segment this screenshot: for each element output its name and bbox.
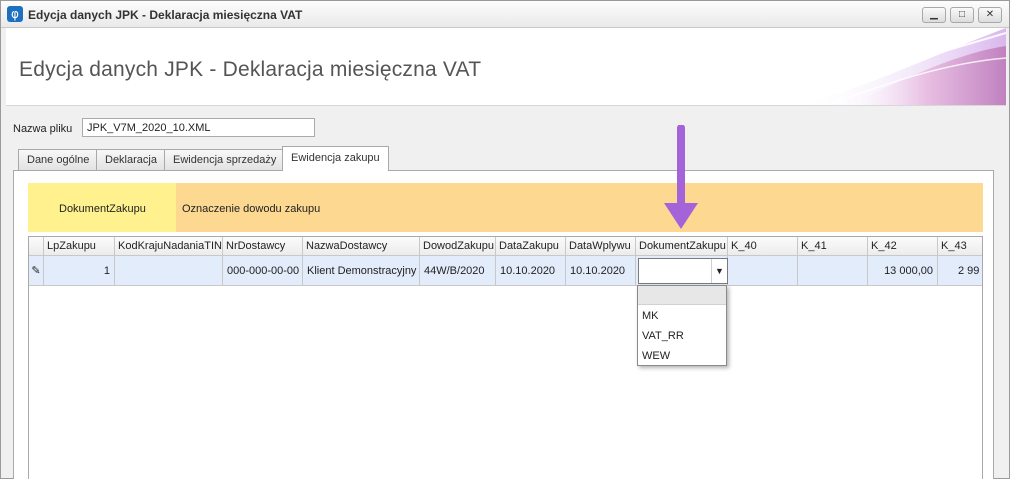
- window: φ Edycja danych JPK - Deklaracja miesięc…: [0, 0, 1010, 479]
- edit-pencil-icon: ✎: [29, 256, 44, 286]
- window-title: Edycja danych JPK - Deklaracja miesięczn…: [28, 8, 303, 22]
- cell-k43[interactable]: 2 99: [938, 256, 982, 286]
- close-icon: ✕: [985, 9, 995, 20]
- annotation-arrow-icon: [664, 125, 698, 229]
- dropdown-option-mk[interactable]: MK: [638, 306, 726, 326]
- page-title: Edycja danych JPK - Deklaracja miesięczn…: [19, 58, 482, 81]
- dropdown-option-empty[interactable]: [638, 286, 726, 305]
- band-group-dokument: DokumentZakupu: [28, 183, 176, 232]
- column-group-band: DokumentZakupu Oznaczenie dowodu zakupu: [28, 183, 983, 232]
- column-header-dowodzakupu[interactable]: DowodZakupu: [420, 237, 496, 256]
- header-indicator: [29, 237, 44, 256]
- dropdown-option-vat-rr[interactable]: VAT_RR: [638, 326, 726, 346]
- cell-nrdostawcy[interactable]: 000-000-00-00: [223, 256, 303, 286]
- tab-ewidencja-zakupu[interactable]: Ewidencja zakupu: [282, 146, 389, 171]
- band-group-oznaczenie-label: Oznaczenie dowodu zakupu: [182, 203, 321, 215]
- tab-ewidencja-sprzedazy[interactable]: Ewidencja sprzedaży: [164, 149, 286, 170]
- column-header-k43[interactable]: K_43: [938, 237, 982, 256]
- tab-deklaracja[interactable]: Deklaracja: [96, 149, 166, 170]
- chevron-down-icon[interactable]: ▼: [711, 259, 727, 283]
- purchase-grid[interactable]: LpZakupu KodKrajuNadaniaTIN NrDostawcy N…: [28, 236, 983, 479]
- cell-datawplywu[interactable]: 10.10.2020: [566, 256, 636, 286]
- file-name-input[interactable]: [82, 118, 315, 137]
- minimize-icon: ▁: [930, 9, 938, 20]
- column-header-nazwadostawcy[interactable]: NazwaDostawcy: [303, 237, 420, 256]
- maximize-icon: □: [958, 9, 966, 20]
- band-group-dokument-label: DokumentZakupu: [59, 203, 146, 215]
- maximize-button[interactable]: □: [950, 7, 974, 23]
- table-row[interactable]: ✎ 1 000-000-00-00 Klient Demonstracyjny …: [29, 256, 982, 286]
- decorative-swoosh: [786, 28, 1006, 105]
- column-header-k41[interactable]: K_41: [798, 237, 868, 256]
- column-header-datawplywu[interactable]: DataWplywu: [566, 237, 636, 256]
- cell-datazakupu[interactable]: 10.10.2020: [496, 256, 566, 286]
- cell-k41[interactable]: [798, 256, 868, 286]
- column-header-lpzakupu[interactable]: LpZakupu: [44, 237, 115, 256]
- cell-k40[interactable]: [728, 256, 798, 286]
- cell-lpzakupu[interactable]: 1: [44, 256, 115, 286]
- dokumentzakupu-dropdown[interactable]: MK VAT_RR WEW: [637, 285, 727, 366]
- header-banner: Edycja danych JPK - Deklaracja miesięczn…: [6, 28, 1006, 106]
- column-header-datazakupu[interactable]: DataZakupu: [496, 237, 566, 256]
- column-header-nrdostawcy[interactable]: NrDostawcy: [223, 237, 303, 256]
- column-header-kodkraju[interactable]: KodKrajuNadaniaTIN: [115, 237, 223, 256]
- file-name-label: Nazwa pliku: [13, 123, 73, 135]
- tab-dane-ogolne[interactable]: Dane ogólne: [18, 149, 99, 170]
- cell-kodkraju[interactable]: [115, 256, 223, 286]
- minimize-button[interactable]: ▁: [922, 7, 946, 23]
- cell-k42[interactable]: 13 000,00: [868, 256, 938, 286]
- dropdown-option-wew[interactable]: WEW: [638, 346, 726, 366]
- close-button[interactable]: ✕: [978, 7, 1002, 23]
- column-header-k40[interactable]: K_40: [728, 237, 798, 256]
- cell-nazwadostawcy[interactable]: Klient Demonstracyjny: [303, 256, 420, 286]
- column-header-dokumentzakupu[interactable]: DokumentZakupu: [636, 237, 728, 256]
- column-header-k42[interactable]: K_42: [868, 237, 938, 256]
- dokumentzakupu-combobox[interactable]: ▼: [638, 258, 728, 284]
- title-bar[interactable]: φ Edycja danych JPK - Deklaracja miesięc…: [1, 1, 1009, 28]
- app-icon[interactable]: φ: [7, 6, 23, 22]
- cell-dowodzakupu[interactable]: 44W/B/2020: [420, 256, 496, 286]
